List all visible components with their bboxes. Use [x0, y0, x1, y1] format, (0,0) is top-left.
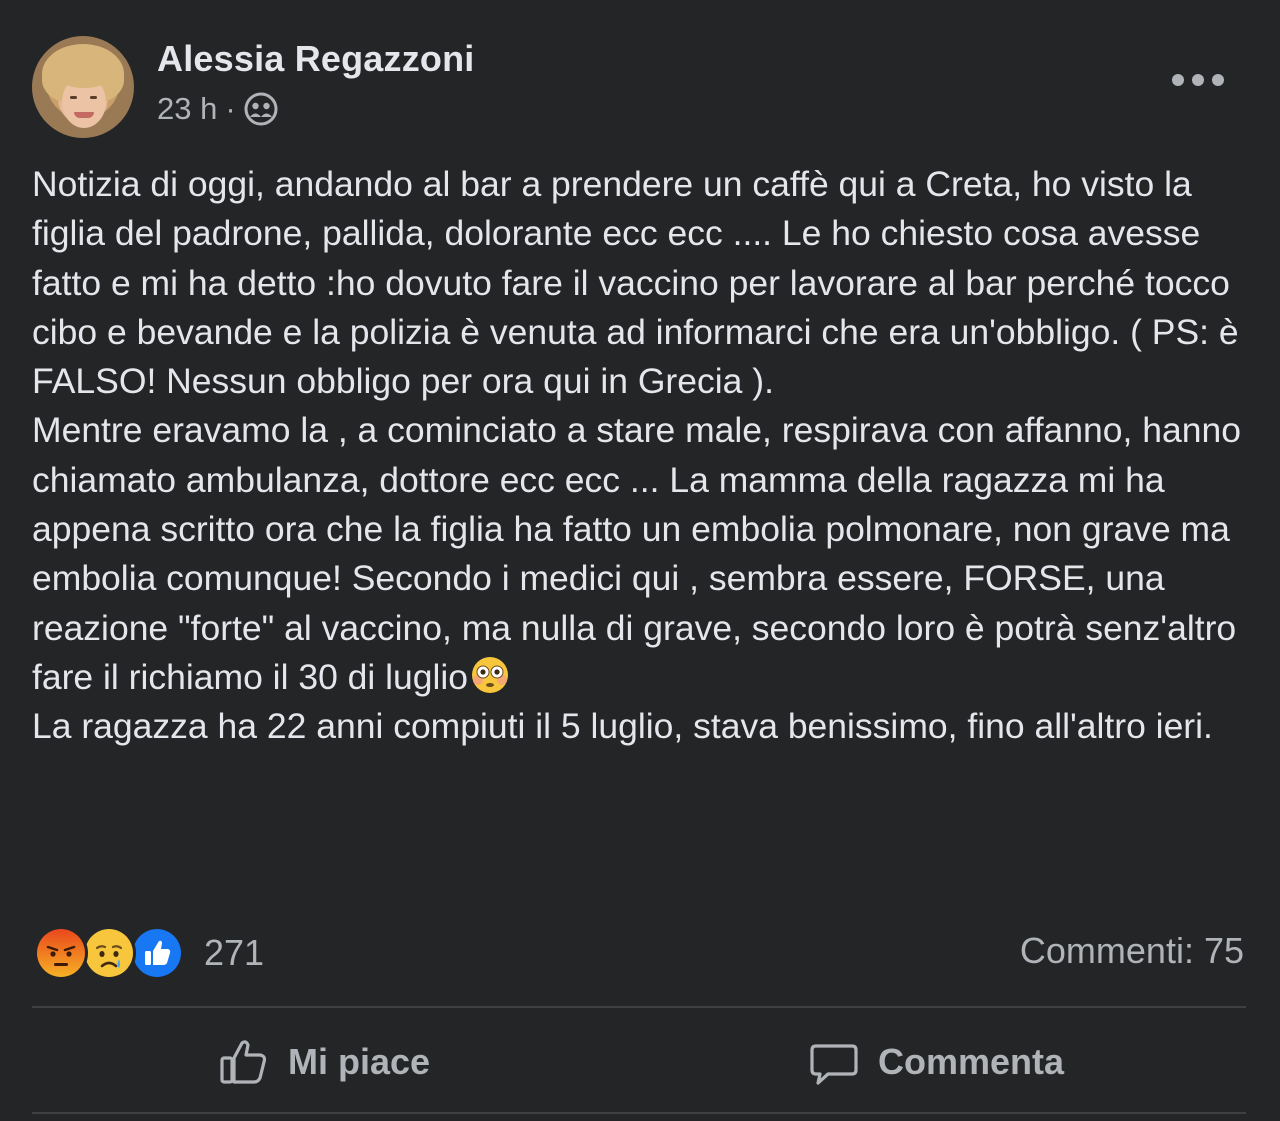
meta-separator: · [225, 91, 236, 126]
sad-reaction-icon [82, 926, 136, 980]
post-meta: 23 h · [157, 91, 278, 127]
reactions-summary[interactable]: 271 [34, 926, 264, 980]
author-name[interactable]: Alessia Regazzoni [157, 38, 475, 80]
comments-count[interactable]: Commenti: 75 [1020, 930, 1244, 972]
comment-button-label: Commenta [878, 1041, 1065, 1082]
like-button-label: Mi piace [288, 1041, 431, 1082]
like-reaction-icon [130, 926, 184, 980]
angry-reaction-icon [34, 926, 88, 980]
comment-bubble-icon [810, 1044, 858, 1085]
like-button[interactable]: Mi piace [218, 1030, 430, 1094]
divider-bottom [32, 1112, 1246, 1114]
reaction-count[interactable]: 271 [204, 932, 264, 974]
comment-button[interactable]: Commenta [808, 1030, 1064, 1094]
post-paragraph-2: Mentre eravamo la , a cominciato a stare… [32, 410, 1251, 697]
post-text: Notizia di oggi, andando al bar a prende… [32, 160, 1257, 752]
facebook-post: Alessia Regazzoni 23 h · Notizia di oggi… [0, 0, 1280, 1121]
avatar[interactable] [32, 36, 134, 138]
friends-icon[interactable] [244, 92, 278, 126]
more-options-icon[interactable] [1172, 66, 1224, 94]
divider-top [32, 1006, 1246, 1008]
post-paragraph-3: La ragazza ha 22 anni compiuti il 5 lugl… [32, 706, 1213, 747]
flushed-face-emoji [470, 655, 510, 695]
post-time[interactable]: 23 h [157, 91, 217, 127]
post-paragraph-1: Notizia di oggi, andando al bar a prende… [32, 164, 1249, 402]
thumbs-up-icon [220, 1040, 267, 1084]
